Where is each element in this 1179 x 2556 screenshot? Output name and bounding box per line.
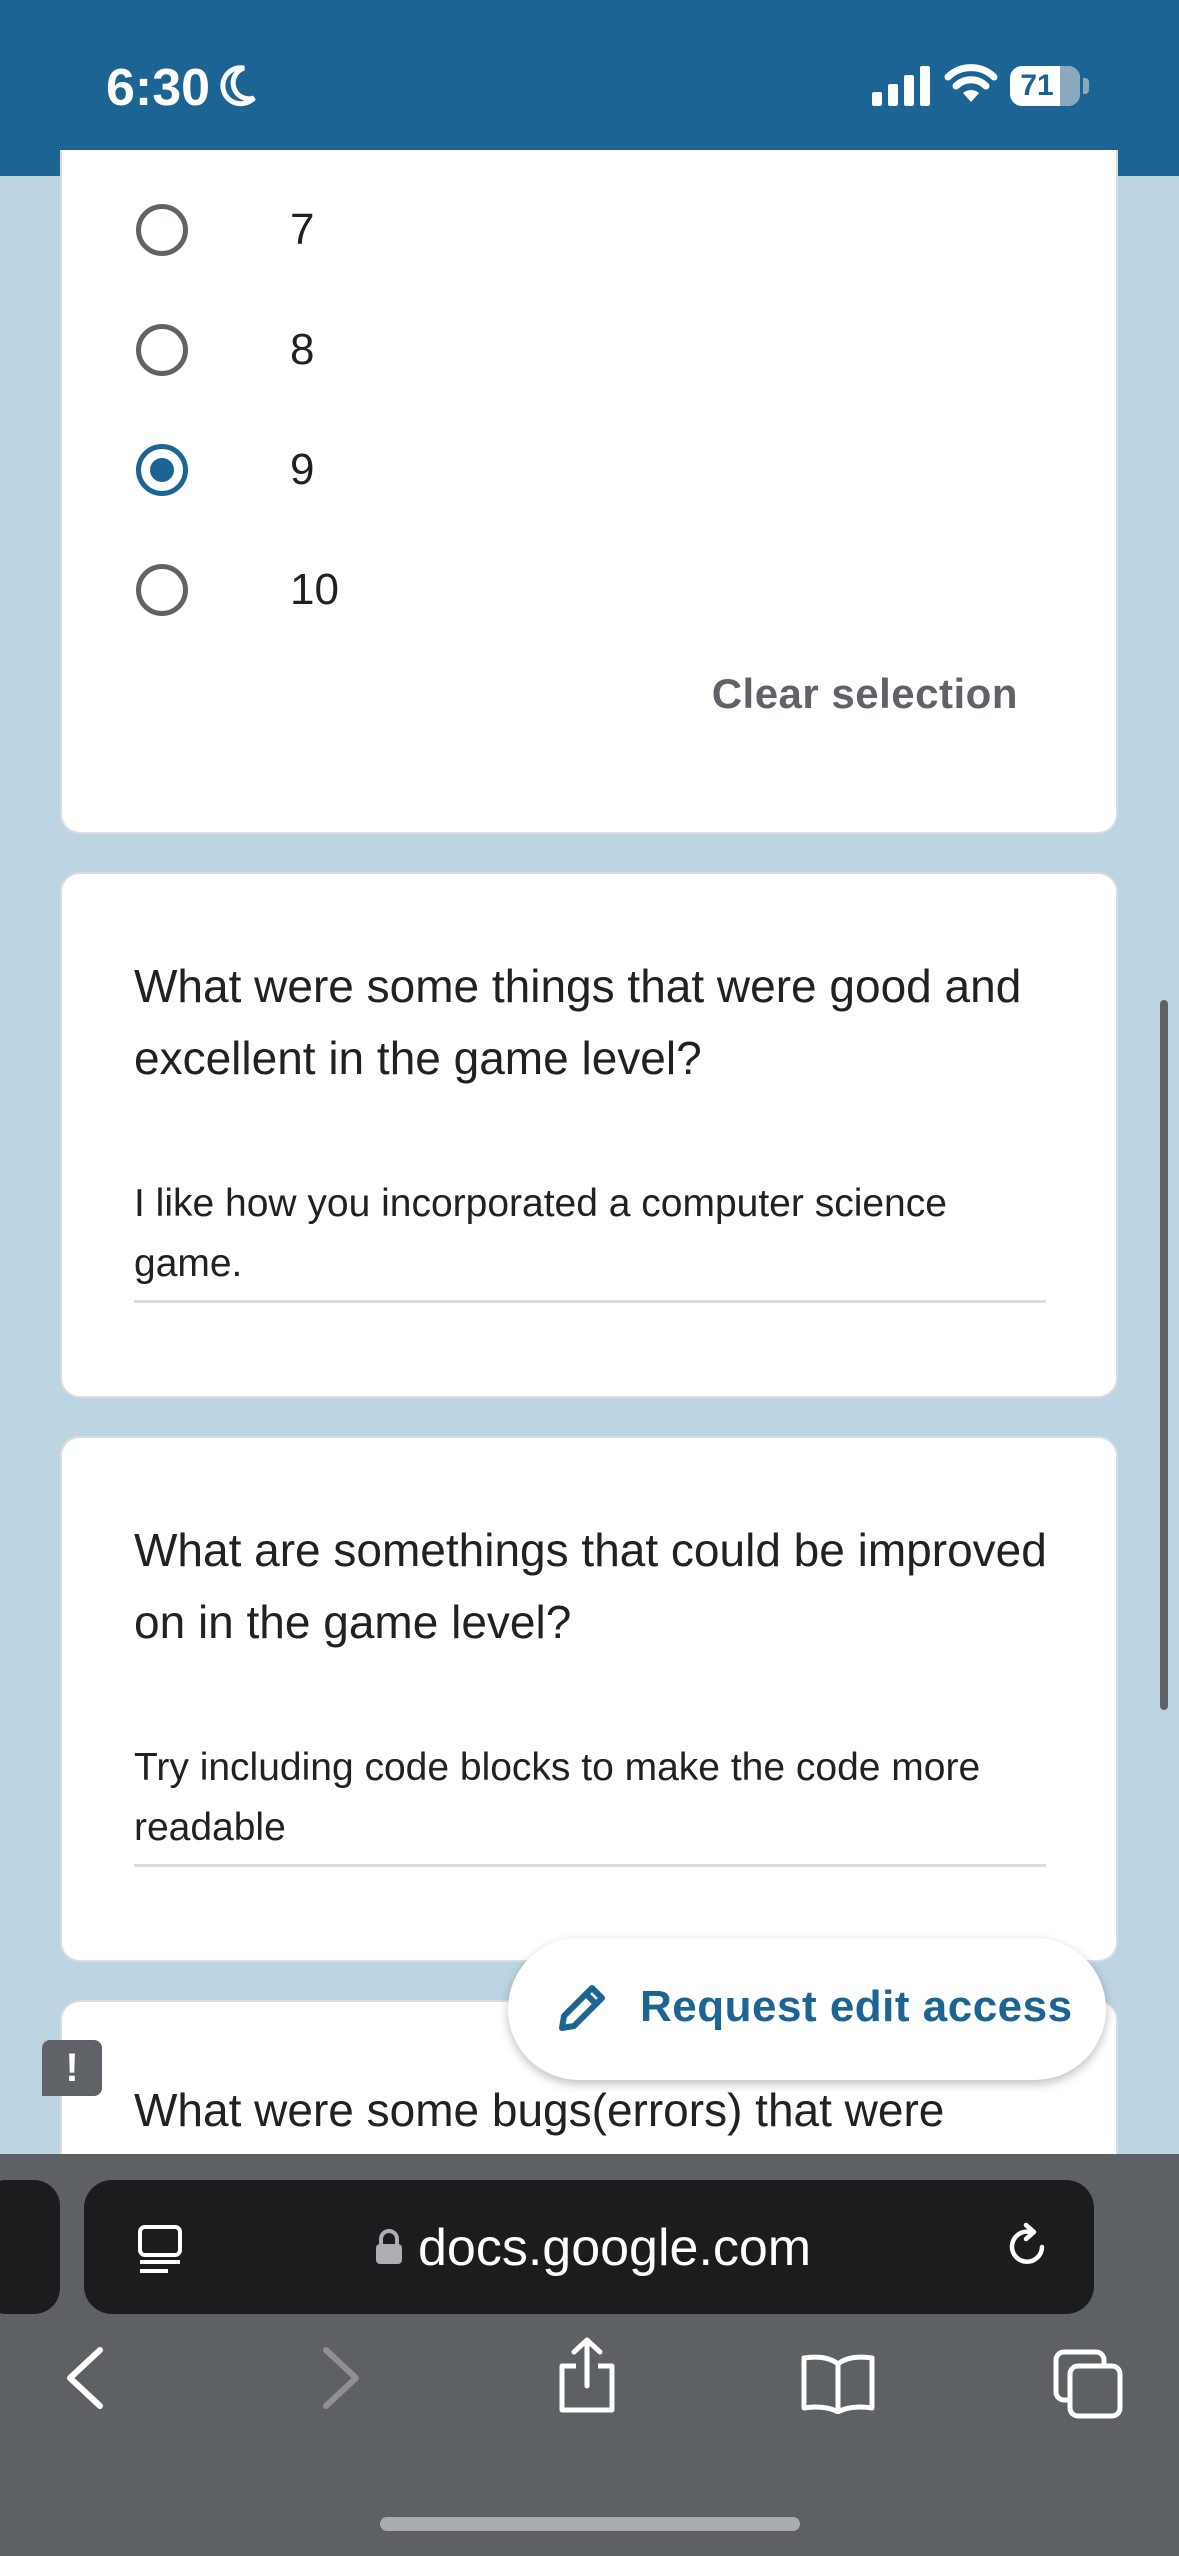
answer-field[interactable]: I like how you incorporated a computer s… (134, 1174, 1034, 1294)
status-time: 6:30 (106, 59, 211, 117)
share-icon[interactable] (556, 2336, 618, 2416)
lock-icon (376, 2229, 402, 2264)
home-indicator (380, 2517, 800, 2531)
scrollbar[interactable] (1160, 1000, 1168, 1710)
answer-field[interactable]: Try including code blocks to make the co… (134, 1738, 1034, 1858)
radio-button[interactable] (136, 324, 188, 376)
question-title: What are somethings that could be improv… (134, 1524, 1047, 1648)
radio-label: 9 (290, 445, 315, 494)
url-domain: docs.google.com (418, 2219, 812, 2277)
battery-tip (1083, 78, 1089, 94)
forward-icon[interactable] (318, 2346, 364, 2410)
wifi-icon (944, 64, 998, 102)
answer-underline (134, 1300, 1046, 1303)
clear-selection-button[interactable]: Clear selection (712, 670, 1018, 718)
bookmarks-icon[interactable] (800, 2352, 876, 2414)
rating-question-card: 7 8 9 10 Clear selection (60, 150, 1118, 834)
reader-icon[interactable] (136, 2224, 186, 2276)
question-title: What were some things that were good and… (134, 960, 1022, 1084)
radio-label: 7 (290, 205, 315, 254)
answer-underline (134, 1864, 1046, 1867)
request-edit-access-button[interactable]: Request edit access (508, 1938, 1106, 2080)
radio-label: 8 (290, 325, 315, 374)
battery-level: 71 (1020, 69, 1054, 102)
tabs-icon[interactable] (1052, 2348, 1124, 2420)
address-bar[interactable]: docs.google.com (84, 2180, 1094, 2314)
question-card-improve: What are somethings that could be improv… (60, 1436, 1118, 1962)
question-card-good: What were some things that were good and… (60, 872, 1118, 1398)
radio-button-selected[interactable] (136, 444, 188, 496)
radio-label: 10 (290, 565, 339, 614)
question-title: What were some bugs(errors) that were (134, 2084, 945, 2136)
request-edit-access-label: Request edit access (640, 1982, 1073, 2031)
signal-icon (872, 66, 930, 106)
radio-button[interactable] (136, 564, 188, 616)
moon-icon (220, 65, 256, 107)
radio-button[interactable] (136, 204, 188, 256)
battery-icon: 71 (1010, 66, 1080, 106)
reload-icon[interactable] (1000, 2220, 1054, 2274)
back-icon[interactable] (62, 2346, 108, 2410)
report-feedback-icon[interactable]: ! (42, 2040, 102, 2096)
previous-tab-preview[interactable] (0, 2180, 60, 2314)
pencil-icon (559, 1985, 605, 2031)
